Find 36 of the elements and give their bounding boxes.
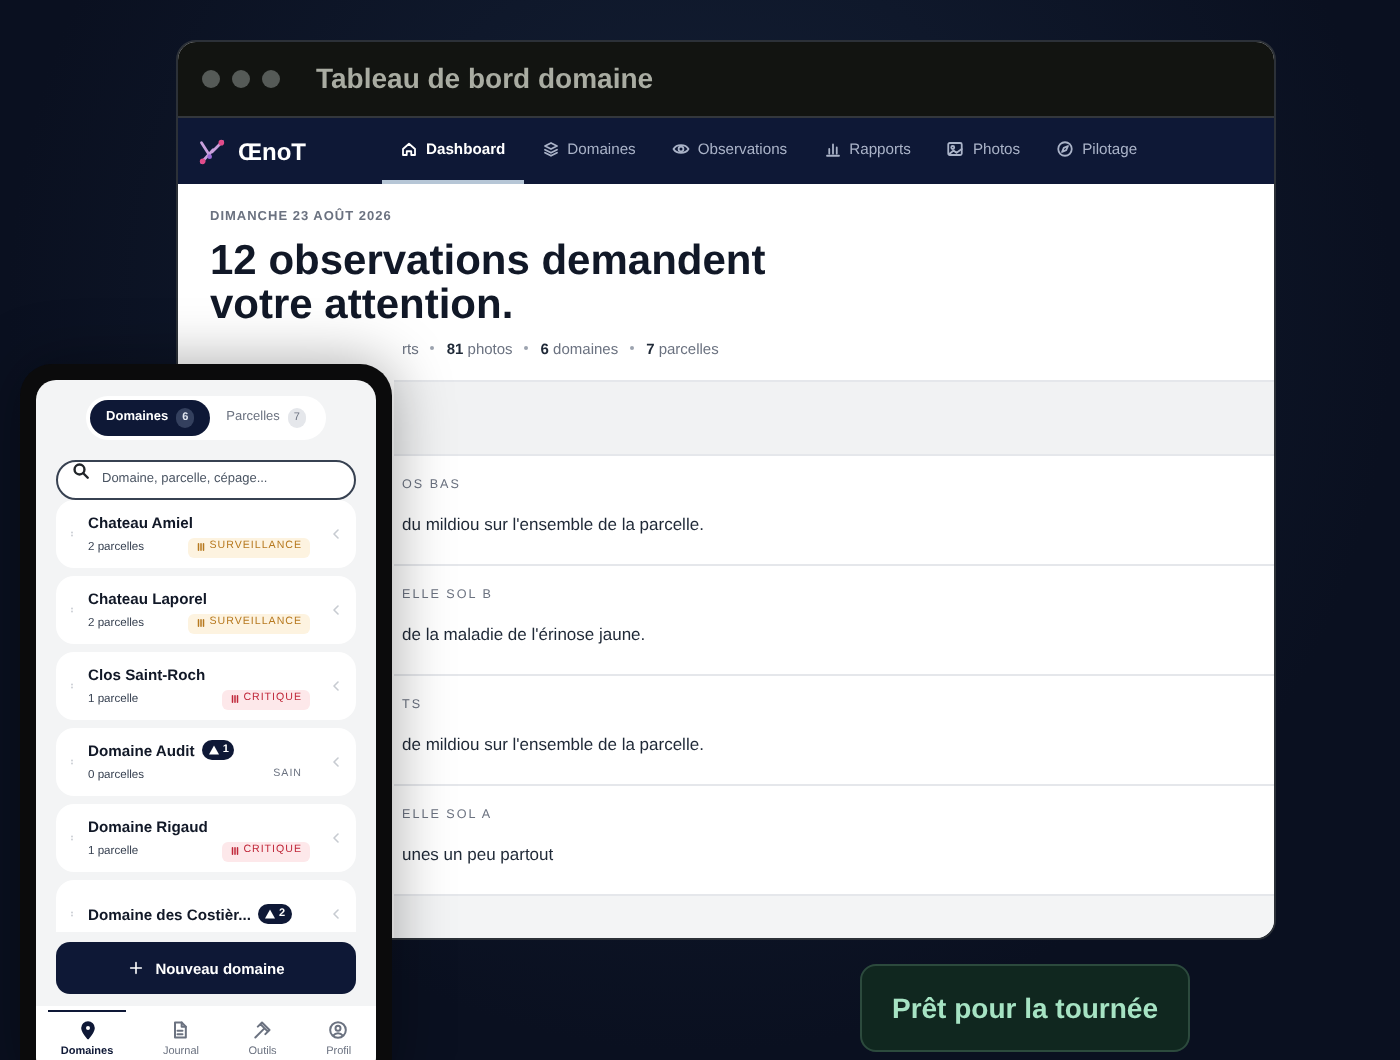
brand-name: ŒnoT bbox=[238, 135, 306, 169]
observation-text: du mildiou sur l'ensemble de la parcelle. bbox=[402, 511, 706, 537]
chevron-icon bbox=[328, 906, 344, 923]
status-toast: Prêt pour la tournée bbox=[860, 964, 1190, 1052]
bars-icon bbox=[195, 542, 206, 553]
user-icon bbox=[328, 1019, 349, 1040]
window-control-dot[interactable] bbox=[202, 70, 220, 88]
logo-icon bbox=[198, 137, 226, 165]
chevron-icon bbox=[328, 526, 344, 543]
compass-icon bbox=[1056, 140, 1075, 158]
chevron-icon bbox=[328, 678, 344, 695]
plus-icon bbox=[127, 960, 144, 977]
window-control-dot[interactable] bbox=[232, 70, 250, 88]
bars-icon bbox=[229, 846, 240, 857]
observation-text: unes un peu partout bbox=[402, 841, 556, 867]
warning-icon bbox=[264, 908, 277, 921]
chevron-icon bbox=[328, 602, 344, 619]
chart-icon bbox=[823, 140, 842, 158]
window-control-dot[interactable] bbox=[262, 70, 280, 88]
observation-text: de la maladie de l'érinose jaune. bbox=[402, 621, 648, 647]
warning-icon bbox=[208, 744, 221, 757]
search-icon bbox=[72, 461, 90, 480]
eye-icon bbox=[671, 140, 690, 158]
bars-icon bbox=[229, 694, 240, 705]
image-icon bbox=[946, 140, 965, 158]
chevron-icon bbox=[328, 830, 344, 847]
home-icon bbox=[400, 140, 418, 158]
layers-icon bbox=[541, 140, 560, 158]
tools-icon bbox=[252, 1019, 273, 1040]
window-title: Tableau de bord domaine bbox=[316, 60, 654, 98]
chevron-icon bbox=[328, 754, 344, 771]
bars-icon bbox=[195, 618, 206, 629]
document-icon bbox=[170, 1019, 191, 1040]
pin-icon bbox=[77, 1019, 98, 1040]
headline: 12 observations demandent votre attention. bbox=[210, 239, 768, 328]
observation-text: de mildiou sur l'ensemble de la parcelle. bbox=[402, 731, 706, 757]
